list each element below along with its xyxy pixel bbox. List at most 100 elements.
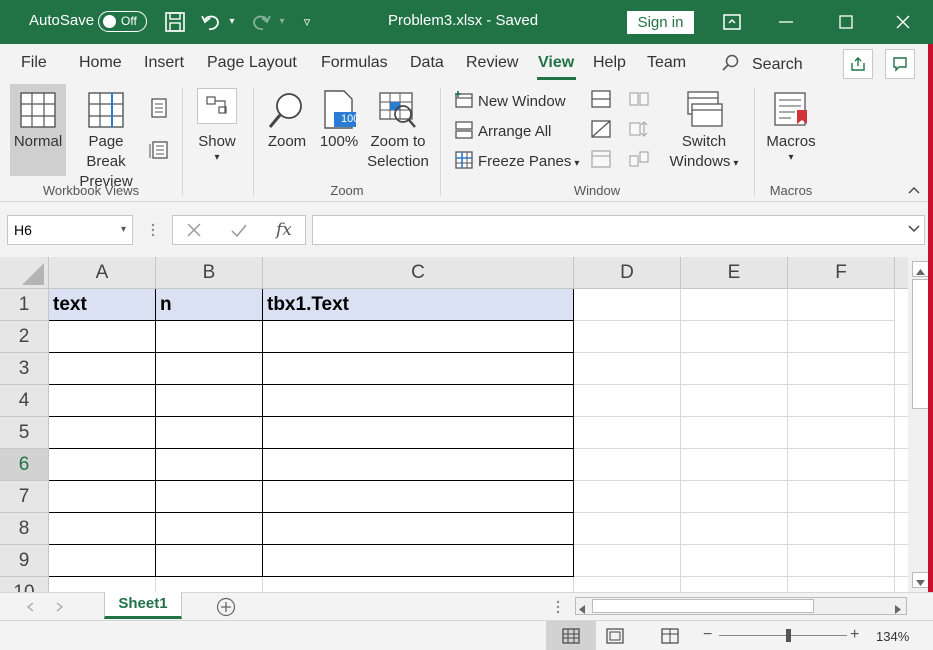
- scroll-left-button[interactable]: [579, 601, 585, 619]
- synchronous-scrolling-button[interactable]: [628, 120, 650, 142]
- cell-b2[interactable]: [156, 321, 263, 353]
- cell-b6[interactable]: [156, 449, 263, 481]
- cell-a7[interactable]: [49, 481, 156, 513]
- cell-a9[interactable]: [49, 545, 156, 577]
- tab-review[interactable]: Review: [466, 54, 518, 72]
- macros-button[interactable]: Macros ▾: [762, 84, 820, 176]
- close-icon[interactable]: [887, 8, 919, 36]
- row-header-6[interactable]: 6: [0, 449, 49, 481]
- row-header-4[interactable]: 4: [0, 385, 49, 417]
- cell-a3[interactable]: [49, 353, 156, 385]
- unhide-button[interactable]: [590, 150, 612, 172]
- scroll-sheets-right-icon[interactable]: [56, 599, 64, 617]
- view-side-by-side-button[interactable]: [628, 90, 650, 112]
- page-break-status-button[interactable]: [661, 628, 679, 649]
- customize-toolbar-icon[interactable]: ▿: [298, 8, 316, 36]
- zoom-out-button[interactable]: −: [703, 626, 712, 644]
- zoom-slider-thumb[interactable]: [786, 629, 791, 642]
- row-header-8[interactable]: 8: [0, 513, 49, 545]
- tab-home[interactable]: Home: [79, 54, 122, 72]
- row-header-2[interactable]: 2: [0, 321, 49, 353]
- scroll-up-button[interactable]: [912, 261, 929, 277]
- page-break-preview-button[interactable]: Page Break Preview: [67, 84, 145, 190]
- undo-dropdown-icon[interactable]: ▾: [226, 8, 238, 36]
- row-header-7[interactable]: 7: [0, 481, 49, 513]
- cell-a5[interactable]: [49, 417, 156, 449]
- cell-a2[interactable]: [49, 321, 156, 353]
- cell-a8[interactable]: [49, 513, 156, 545]
- row-header-3[interactable]: 3: [0, 353, 49, 385]
- tab-team[interactable]: Team: [647, 54, 686, 72]
- name-box-dropdown-icon[interactable]: ▾: [121, 216, 126, 244]
- cell-b7[interactable]: [156, 481, 263, 513]
- normal-view-button[interactable]: Normal: [10, 84, 66, 176]
- cell-a10[interactable]: [49, 577, 156, 592]
- redo-icon[interactable]: [248, 8, 274, 36]
- horizontal-scroll-thumb[interactable]: [592, 599, 814, 613]
- tab-insert[interactable]: Insert: [144, 54, 184, 72]
- column-header-b[interactable]: B: [156, 257, 263, 289]
- column-header-e[interactable]: E: [681, 257, 788, 289]
- vertical-scroll-thumb[interactable]: [912, 279, 929, 409]
- ribbon-display-icon[interactable]: [716, 8, 748, 36]
- minimize-icon[interactable]: [770, 8, 802, 36]
- expand-formula-bar-icon[interactable]: [908, 221, 920, 239]
- show-button[interactable]: Show ▾: [192, 84, 242, 176]
- column-header-a[interactable]: A: [49, 257, 156, 289]
- row-header-10[interactable]: 10: [0, 577, 49, 592]
- insert-function-button[interactable]: fx: [276, 220, 292, 240]
- tab-page-layout[interactable]: Page Layout: [207, 54, 297, 72]
- cell-b4[interactable]: [156, 385, 263, 417]
- tab-help[interactable]: Help: [593, 54, 626, 72]
- switch-windows-button[interactable]: Switch Windows ▾: [664, 84, 744, 176]
- zoom-button[interactable]: Zoom: [262, 84, 312, 176]
- save-icon[interactable]: [163, 8, 187, 36]
- cell-d1[interactable]: [574, 289, 681, 321]
- hide-button[interactable]: [590, 120, 612, 142]
- split-button[interactable]: [590, 90, 612, 112]
- zoom-to-selection-button[interactable]: Zoom to Selection: [364, 84, 432, 176]
- cell-a6[interactable]: [49, 449, 156, 481]
- custom-views-button[interactable]: [148, 140, 170, 164]
- horizontal-scrollbar[interactable]: [575, 597, 907, 615]
- cell-c4[interactable]: [263, 385, 574, 417]
- new-sheet-button[interactable]: [216, 597, 236, 622]
- zoom-in-button[interactable]: +: [850, 626, 859, 644]
- formula-bar-drag-handle[interactable]: [151, 222, 155, 238]
- column-header-f[interactable]: F: [788, 257, 895, 289]
- maximize-icon[interactable]: [830, 8, 862, 36]
- sheet-tab-sheet1[interactable]: Sheet1: [104, 592, 182, 619]
- cell-a1[interactable]: text: [49, 289, 156, 321]
- cell-b8[interactable]: [156, 513, 263, 545]
- select-all-corner[interactable]: [0, 257, 49, 289]
- cell-c3[interactable]: [263, 353, 574, 385]
- cell-c7[interactable]: [263, 481, 574, 513]
- tab-split-handle[interactable]: [556, 599, 560, 620]
- cell-f1[interactable]: [788, 289, 895, 321]
- cell-e1[interactable]: [681, 289, 788, 321]
- zoom-100-button[interactable]: 100 100%: [315, 84, 363, 176]
- cell-c10[interactable]: [263, 577, 574, 592]
- redo-dropdown-icon[interactable]: ▾: [276, 8, 288, 36]
- normal-view-status-button[interactable]: [546, 621, 596, 650]
- scroll-sheets-left-icon[interactable]: [26, 599, 34, 617]
- reset-window-position-button[interactable]: [628, 150, 650, 172]
- cell-c5[interactable]: [263, 417, 574, 449]
- column-header-d[interactable]: D: [574, 257, 681, 289]
- cell-c6[interactable]: [263, 449, 574, 481]
- scroll-right-button[interactable]: [895, 601, 901, 619]
- row-header-9[interactable]: 9: [0, 545, 49, 577]
- autosave-toggle[interactable]: Off: [98, 11, 147, 32]
- scroll-down-button[interactable]: [912, 572, 929, 588]
- freeze-panes-button[interactable]: Freeze Panes ▾: [454, 151, 579, 170]
- cell-b9[interactable]: [156, 545, 263, 577]
- cell-b10[interactable]: [156, 577, 263, 592]
- cell-c9[interactable]: [263, 545, 574, 577]
- empty-cells-region[interactable]: [574, 321, 908, 592]
- confirm-entry-icon[interactable]: [230, 221, 248, 244]
- new-window-button[interactable]: New Window: [454, 91, 566, 110]
- cell-c1[interactable]: tbx1.Text: [263, 289, 574, 321]
- page-layout-status-button[interactable]: [606, 628, 624, 649]
- undo-icon[interactable]: [198, 8, 224, 36]
- name-box[interactable]: H6 ▾: [7, 215, 133, 245]
